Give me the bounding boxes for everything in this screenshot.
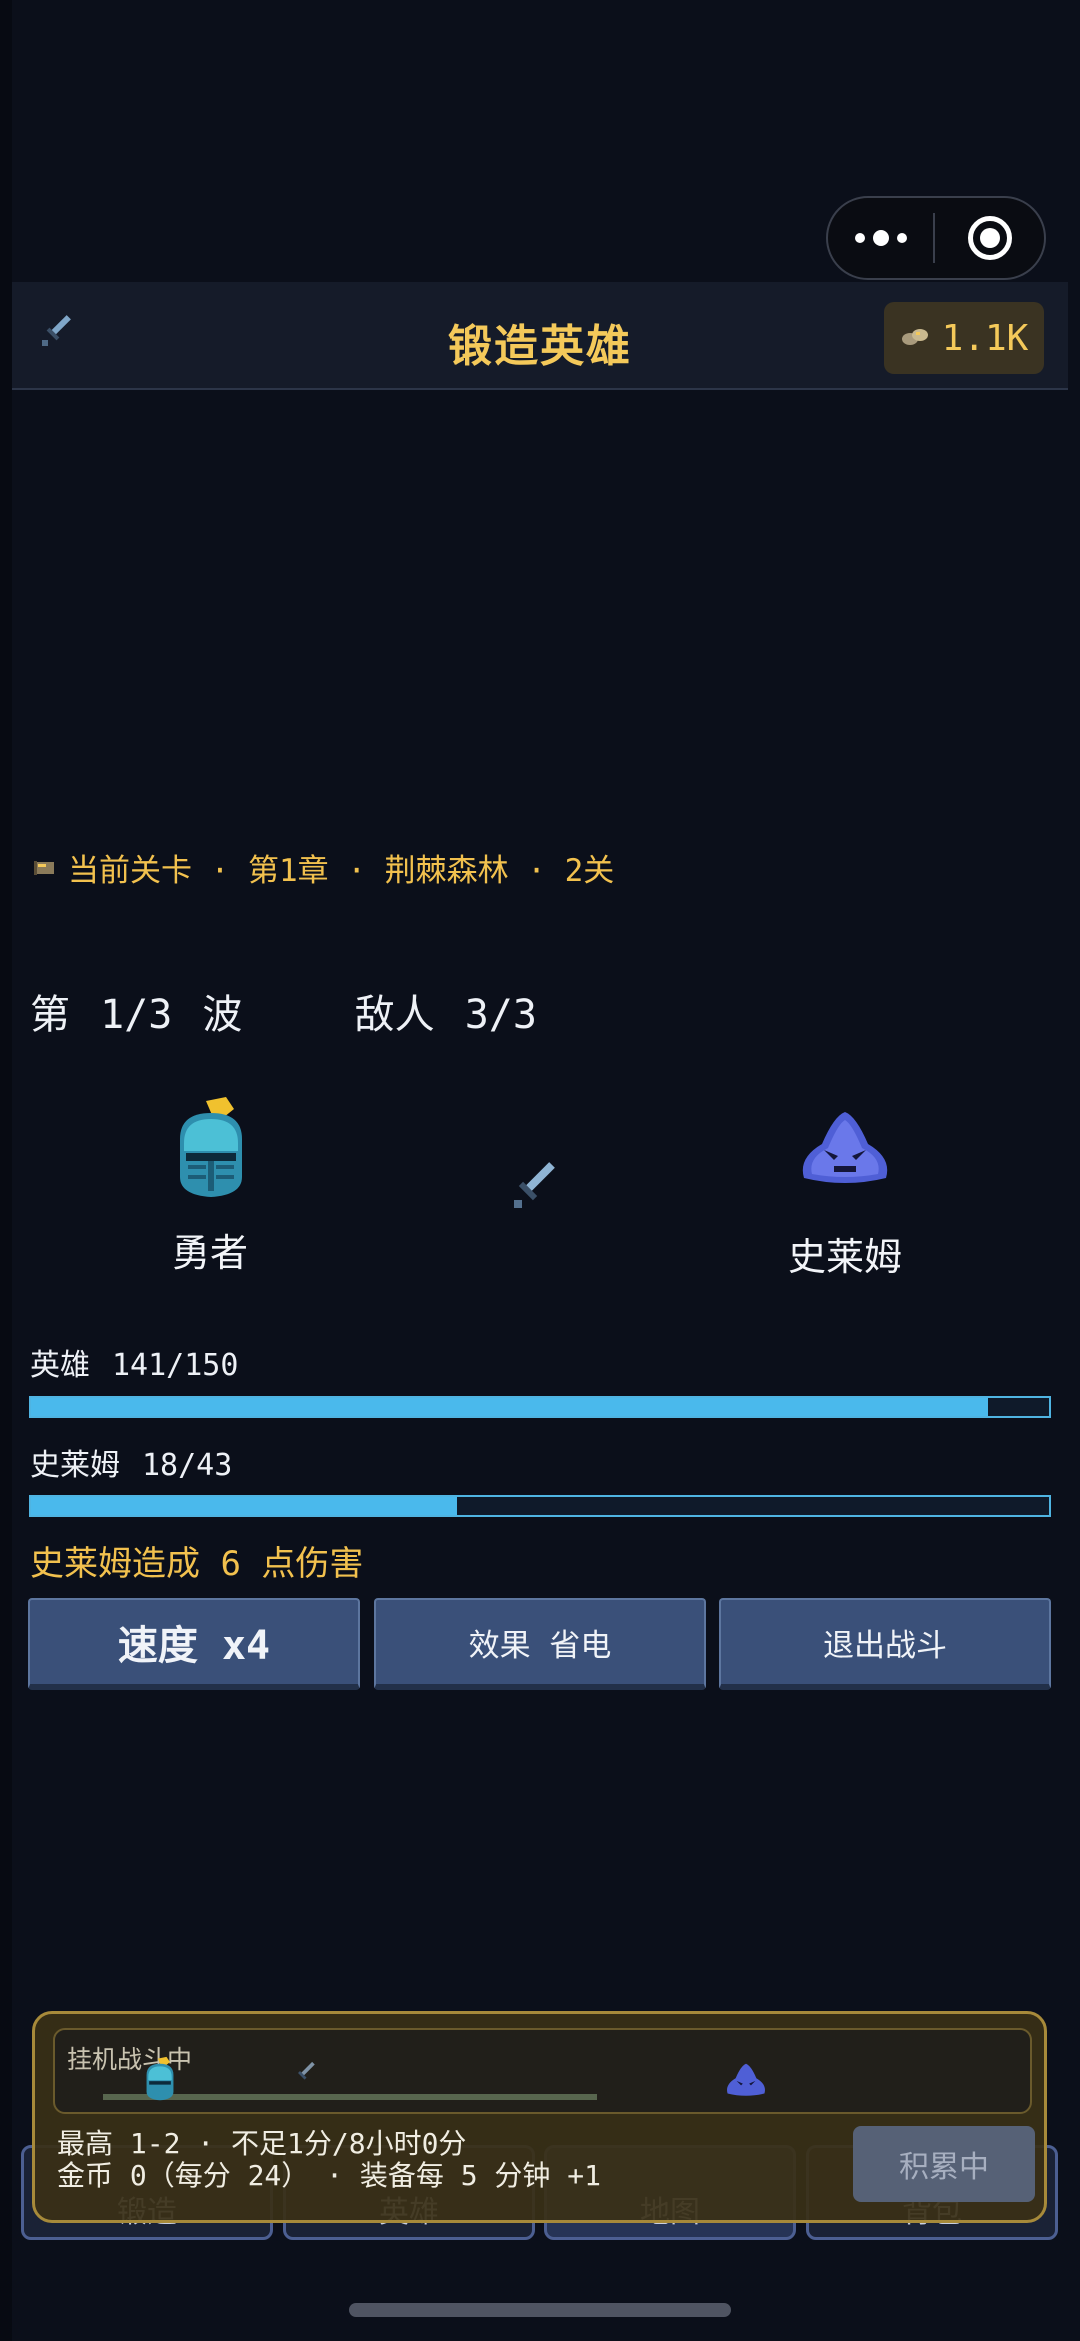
enemy-hp-label: 史莱姆 18/43 <box>30 1440 232 1484</box>
slime-sprite <box>794 1108 896 1192</box>
mini-slime-icon <box>723 2062 769 2102</box>
hero-helmet-sprite <box>168 1095 254 1205</box>
enemy-hp-bar <box>29 1495 1051 1517</box>
idle-claim-button[interactable]: 积累中 <box>853 2126 1035 2202</box>
effect-button[interactable]: 效果 省电 <box>374 1598 706 1690</box>
map-scroll-icon <box>34 850 56 886</box>
gold-ore-icon <box>900 325 930 351</box>
mini-hero-icon <box>141 2056 179 2106</box>
enemy-name: 史莱姆 <box>787 1235 902 1279</box>
speed-button[interactable]: 速度 x4 <box>28 1598 360 1690</box>
hero-hp-fill <box>31 1398 988 1416</box>
app-header: 锻造英雄 1.1K <box>12 282 1068 390</box>
wave-counter: 第 1/3 波 <box>30 992 243 1038</box>
damage-log: 史莱姆造成 6 点伤害 <box>30 1544 364 1584</box>
hero-hp-value: 141/150 <box>112 1348 239 1383</box>
enemy-counter: 敌人 3/3 <box>354 992 537 1038</box>
enemy-hp-title: 史莱姆 <box>30 1448 120 1483</box>
gold-amount: 1.1K <box>941 317 1029 359</box>
more-dots-icon[interactable] <box>828 230 933 246</box>
target-circle-icon[interactable] <box>935 216 1044 260</box>
mini-sword-icon <box>293 2060 319 2090</box>
miniprogram-capsule <box>826 196 1046 280</box>
idle-reward-text: 金币 0（每分 24） · 装备每 5 分钟 +1 <box>57 2159 602 2192</box>
enemy-hp-value: 18/43 <box>142 1448 233 1483</box>
wave-info: 第 1/3 波 敌人 3/3 <box>30 982 537 1040</box>
gold-balance-chip: 1.1K <box>884 302 1044 374</box>
idle-battle-track: 挂机战斗中 <box>53 2028 1032 2114</box>
hero-hp-label: 英雄 141/150 <box>30 1340 238 1384</box>
battle-sword-icon <box>508 1158 564 1218</box>
left-edge-strip <box>0 0 12 2341</box>
stage-text: 当前关卡 · 第1章 · 荆棘森林 · 2关 <box>68 853 615 889</box>
enemy-hp-fill <box>31 1497 458 1515</box>
hero-name: 勇者 <box>171 1231 248 1275</box>
current-stage: 当前关卡 · 第1章 · 荆棘森林 · 2关 <box>34 845 614 890</box>
hero-hp-title: 英雄 <box>30 1348 90 1383</box>
exit-battle-button[interactable]: 退出战斗 <box>719 1598 1051 1690</box>
hero-hp-bar <box>29 1396 1051 1418</box>
idle-battle-panel: 挂机战斗中 最高 1-2 · 不足1分/8小时0分 金币 0（每分 24） · … <box>32 2011 1047 2223</box>
home-indicator[interactable] <box>349 2303 731 2317</box>
